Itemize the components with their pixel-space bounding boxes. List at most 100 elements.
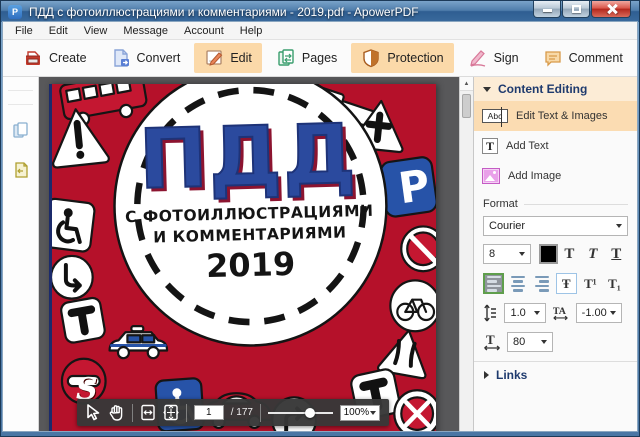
toolbar-separator bbox=[186, 404, 187, 422]
create-icon bbox=[23, 48, 43, 68]
create-label: Create bbox=[49, 51, 87, 65]
main-toolbar: Create Convert Edit Pages Protection Sig… bbox=[3, 40, 637, 77]
minimize-button[interactable] bbox=[533, 1, 561, 18]
horizontal-scale-icon: T bbox=[483, 333, 501, 351]
pages-icon bbox=[276, 48, 296, 68]
zoom-level-select[interactable]: 100% bbox=[340, 405, 380, 421]
app-icon: P bbox=[8, 5, 22, 19]
zoom-slider-track bbox=[268, 412, 333, 414]
select-tool-button[interactable] bbox=[86, 404, 101, 421]
bookmarks-icon[interactable] bbox=[12, 161, 30, 179]
chevron-expanded-icon bbox=[483, 87, 491, 92]
close-button[interactable] bbox=[591, 1, 631, 18]
hand-tool-button[interactable] bbox=[108, 404, 125, 421]
superscript-button[interactable]: T¹ bbox=[580, 273, 601, 294]
toolbar-separator bbox=[260, 404, 261, 422]
document-scrollbar[interactable]: ▲ bbox=[459, 77, 473, 431]
title-bar[interactable]: P ПДД с фотоиллюстрациями и комментариям… bbox=[1, 1, 639, 22]
divider bbox=[524, 204, 628, 205]
document-canvas[interactable]: P bbox=[39, 77, 459, 431]
char-spacing-select[interactable]: -1.00 bbox=[576, 303, 622, 323]
scroll-up-button[interactable]: ▲ bbox=[460, 77, 473, 91]
scrollbar-thumb[interactable] bbox=[462, 94, 471, 118]
menu-file[interactable]: File bbox=[15, 25, 33, 37]
align-center-icon bbox=[511, 276, 525, 292]
underline-button[interactable]: T bbox=[605, 246, 628, 263]
page-number-input[interactable] bbox=[194, 405, 224, 420]
edit-button[interactable]: Edit bbox=[194, 43, 262, 73]
subscript-button[interactable]: T₁ bbox=[604, 273, 625, 294]
page-count-label: / 177 bbox=[231, 407, 253, 418]
align-right-button[interactable] bbox=[532, 273, 553, 294]
cover-title: ПДД bbox=[102, 116, 394, 199]
horizontal-scale-value: 80 bbox=[513, 336, 525, 348]
hand-icon bbox=[108, 404, 125, 421]
edit-text-images-item[interactable]: Abc Edit Text & Images bbox=[474, 101, 637, 131]
navigation-sidebar bbox=[3, 77, 39, 431]
floating-toolbar: / 177 100% bbox=[77, 399, 389, 426]
format-section-label: Format bbox=[483, 198, 628, 210]
fit-page-button[interactable] bbox=[163, 404, 179, 421]
chevron-down-icon bbox=[370, 411, 376, 415]
horizontal-scale-select[interactable]: 80 bbox=[507, 332, 553, 352]
wheelchair-sign bbox=[52, 198, 95, 252]
font-color-swatch[interactable] bbox=[539, 244, 558, 264]
links-title: Links bbox=[496, 368, 527, 382]
tools-panel: Content Editing Abc Edit Text & Images T… bbox=[473, 77, 637, 431]
warning-sign bbox=[52, 106, 109, 168]
align-center-button[interactable] bbox=[507, 273, 528, 294]
italic-button[interactable]: T bbox=[581, 246, 604, 263]
menu-view[interactable]: View bbox=[84, 25, 108, 37]
sign-button[interactable]: Sign bbox=[458, 43, 529, 73]
fit-width-button[interactable] bbox=[140, 404, 156, 421]
maximize-button[interactable] bbox=[562, 1, 590, 18]
pdf-page[interactable]: P bbox=[49, 84, 436, 431]
pages-button[interactable]: Pages bbox=[266, 43, 347, 73]
add-image-item[interactable]: Add Image bbox=[474, 161, 637, 191]
chevron-collapsed-icon bbox=[484, 371, 489, 379]
window-body: File Edit View Message Account Help Crea… bbox=[3, 22, 637, 431]
chevron-down-icon bbox=[541, 340, 547, 344]
add-text-item[interactable]: T Add Text bbox=[474, 131, 637, 161]
maximize-icon bbox=[572, 5, 581, 13]
sidebar-divider bbox=[8, 90, 33, 91]
cover-text-block: ПДД С ФОТОИЛЛЮСТРАЦИЯМИ И КОММЕНТАРИЯМИ … bbox=[102, 116, 396, 288]
menu-help[interactable]: Help bbox=[240, 25, 263, 37]
alignment-row: Ŧ T¹ T₁ bbox=[483, 273, 628, 294]
sign-label: Sign bbox=[494, 51, 519, 65]
svg-text:T: T bbox=[486, 333, 495, 347]
main-area: P bbox=[3, 77, 637, 431]
bold-button[interactable]: T bbox=[558, 246, 581, 263]
convert-button[interactable]: Convert bbox=[101, 43, 191, 73]
t-sign bbox=[60, 297, 106, 344]
sidebar-divider bbox=[8, 104, 33, 105]
zoom-slider-knob[interactable] bbox=[305, 408, 315, 418]
cursor-icon bbox=[86, 404, 101, 421]
strikethrough-button[interactable]: Ŧ bbox=[556, 273, 577, 294]
char-spacing-value: -1.00 bbox=[582, 307, 607, 319]
mountain-shape bbox=[485, 175, 495, 181]
sun-dot bbox=[493, 171, 496, 174]
align-left-button[interactable] bbox=[483, 273, 504, 294]
protection-button[interactable]: Protection bbox=[351, 43, 453, 73]
links-section-header[interactable]: Links bbox=[474, 361, 637, 387]
create-button[interactable]: Create bbox=[13, 43, 97, 73]
protection-icon bbox=[361, 48, 381, 68]
content-editing-title: Content Editing bbox=[498, 82, 587, 96]
page-thumbnails-icon[interactable] bbox=[12, 121, 30, 139]
menu-account[interactable]: Account bbox=[184, 25, 224, 37]
content-editing-header[interactable]: Content Editing bbox=[474, 77, 637, 101]
comment-button[interactable]: Comment bbox=[533, 43, 633, 73]
menu-message[interactable]: Message bbox=[123, 25, 168, 37]
zoom-slider[interactable] bbox=[268, 406, 333, 420]
menu-edit[interactable]: Edit bbox=[49, 25, 68, 37]
font-size-select[interactable]: 8 bbox=[483, 244, 531, 264]
chevron-down-icon bbox=[519, 252, 525, 256]
fit-page-icon bbox=[163, 404, 179, 421]
strikethrough-icon: Ŧ bbox=[562, 276, 571, 292]
line-spacing-select[interactable]: 1.0 bbox=[504, 303, 545, 323]
font-family-select[interactable]: Courier bbox=[483, 216, 628, 236]
add-image-icon bbox=[482, 168, 500, 184]
protection-label: Protection bbox=[387, 51, 443, 65]
line-spacing-value: 1.0 bbox=[510, 307, 525, 319]
